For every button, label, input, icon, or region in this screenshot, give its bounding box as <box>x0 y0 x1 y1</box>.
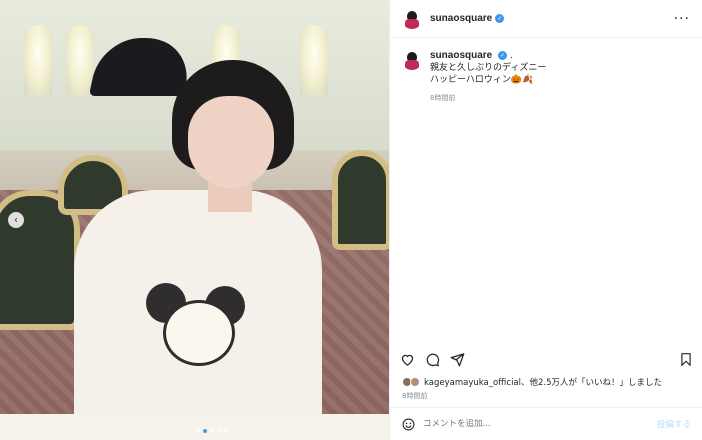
carousel-dot <box>224 429 228 433</box>
caption-time: 8時間前 <box>430 94 456 102</box>
likes-text: kageyamayuka_official、他2.5万人が「いいね！」しました <box>424 378 663 388</box>
share-icon[interactable] <box>450 352 465 367</box>
avatar[interactable] <box>402 8 422 29</box>
emoji-icon[interactable] <box>402 418 415 431</box>
caption-line: 親友と久しぶりのディズニー <box>430 63 547 73</box>
post-header: sunaosquare ✓ ··· <box>390 0 702 38</box>
comment-input[interactable] <box>423 419 649 429</box>
verified-icon: ✓ <box>498 51 508 60</box>
caption-line: ハッピーハロウィン🎃🍂 <box>430 75 534 85</box>
caption-username[interactable]: sunaosquare <box>430 50 492 61</box>
verified-icon: ✓ <box>495 14 505 23</box>
mickey-face <box>163 300 235 366</box>
more-icon[interactable]: ··· <box>674 11 690 27</box>
post-side-panel: sunaosquare ✓ ··· sunaosquare ✓ . 親友と久しぶ… <box>389 0 702 440</box>
post-time: 8時間前 <box>402 392 428 400</box>
carousel-dot <box>217 429 221 433</box>
caption-line: . <box>510 51 513 61</box>
caption-text: sunaosquare ✓ . 親友と久しぶりのディズニー ハッピーハロウィン🎃… <box>430 50 546 104</box>
photo-window <box>24 25 52 95</box>
chevron-left-icon: ‹ <box>14 214 18 226</box>
header-username[interactable]: sunaosquare <box>430 13 492 24</box>
carousel-dot <box>210 429 214 433</box>
carousel-dot <box>203 429 207 433</box>
post-photo[interactable]: ‹ <box>0 0 389 440</box>
avatar[interactable] <box>402 50 422 70</box>
comment-bar: 投稿する <box>390 407 702 440</box>
photo-window <box>66 25 94 95</box>
caption-block: sunaosquare ✓ . 親友と久しぶりのディズニー ハッピーハロウィン🎃… <box>390 38 702 104</box>
likes-summary[interactable]: kageyamayuka_official、他2.5万人が「いいね！」しました <box>402 376 662 388</box>
carousel-prev-button[interactable]: ‹ <box>8 212 24 228</box>
carousel-dots <box>196 429 228 433</box>
photo-face <box>188 96 274 188</box>
comment-icon[interactable] <box>425 352 440 367</box>
bookmark-icon[interactable] <box>679 352 693 367</box>
carousel-dot <box>196 429 200 433</box>
photo-table <box>0 414 389 440</box>
photo-window <box>300 25 328 95</box>
post-comment-button[interactable]: 投稿する <box>657 418 691 430</box>
avatar <box>410 377 420 387</box>
action-bar <box>390 346 702 372</box>
photo-chair <box>332 150 389 250</box>
heart-icon[interactable] <box>400 352 415 367</box>
